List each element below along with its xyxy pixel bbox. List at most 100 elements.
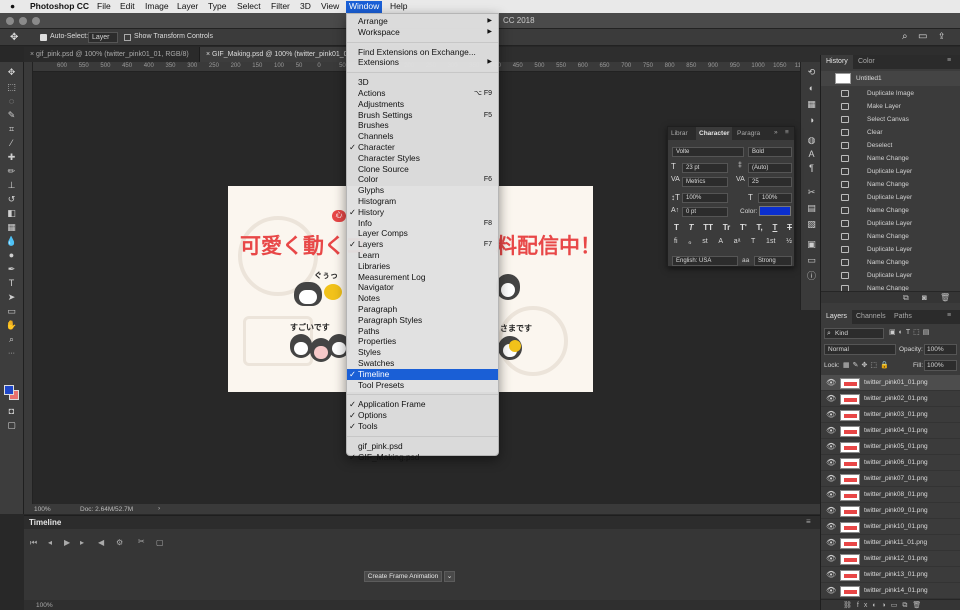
faux-italic-button[interactable]: T: [689, 223, 694, 233]
layer-row[interactable]: 👁 twitter_pink02_01.png: [821, 391, 960, 407]
window-menu-item[interactable]: Find Extensions on Exchange...: [347, 47, 498, 58]
pen-tool-icon[interactable]: ✒: [4, 263, 19, 276]
prev-frame-icon[interactable]: ◂: [48, 538, 52, 547]
color-icon[interactable]: ◐: [804, 82, 819, 95]
auto-select-dropdown[interactable]: Layer: [88, 32, 118, 43]
history-item[interactable]: Name Change: [835, 152, 960, 165]
window-menu-item[interactable]: Brush Settings F5: [347, 110, 498, 121]
workspace-icon[interactable]: ▭: [918, 31, 927, 42]
window-menu-item[interactable]: Properties: [347, 336, 498, 347]
baseline-shift-field[interactable]: 0 pt: [682, 207, 728, 217]
history-brush-tool-icon[interactable]: ↺: [4, 193, 19, 206]
window-menu-item[interactable]: Channels: [347, 131, 498, 142]
adjustments-icon[interactable]: ◑: [804, 114, 819, 127]
window-menu-item[interactable]: Glyphs: [347, 185, 498, 196]
layer-row[interactable]: 👁 twitter_pink01_01.png: [821, 375, 960, 391]
path-select-tool-icon[interactable]: ➤: [4, 291, 19, 304]
window-menu-item[interactable]: Layer Comps: [347, 228, 498, 239]
window-menu-item[interactable]: Styles: [347, 347, 498, 358]
transform-controls-checkbox[interactable]: [124, 34, 131, 41]
first-ordinal-icon[interactable]: 1st: [766, 238, 775, 248]
layer-row[interactable]: 👁 twitter_pink04_01.png: [821, 423, 960, 439]
zoom-tool-icon[interactable]: ⌕: [4, 333, 19, 346]
eraser-tool-icon[interactable]: ◧: [4, 207, 19, 220]
menu-select[interactable]: Select: [237, 1, 261, 13]
eye-icon[interactable]: 👁: [826, 507, 836, 515]
history-item[interactable]: Deselect: [835, 139, 960, 152]
marquee-tool-icon[interactable]: ⬚: [4, 81, 19, 94]
window-menu-item[interactable]: ✓ Application Frame: [347, 399, 498, 410]
status-arrow-icon[interactable]: ›: [158, 505, 160, 512]
menu-app-name[interactable]: Photoshop CC: [30, 1, 89, 13]
play-icon[interactable]: ▶: [64, 538, 70, 547]
shape-tool-icon[interactable]: ▭: [4, 305, 19, 318]
panel-menu-icon[interactable]: ≡: [785, 129, 789, 136]
screen-mode-icon[interactable]: ▢: [4, 419, 19, 432]
eye-icon[interactable]: 👁: [826, 395, 836, 403]
eye-icon[interactable]: 👁: [826, 523, 836, 531]
window-menu-item[interactable]: Learn: [347, 250, 498, 261]
minimize-window-button[interactable]: [19, 17, 27, 25]
layer-filter-kind[interactable]: ⌕ Kind: [824, 328, 884, 339]
info-icon[interactable]: ⓘ: [804, 270, 819, 283]
leading-field[interactable]: (Auto): [748, 163, 792, 173]
audio-icon[interactable]: ◀: [98, 538, 104, 547]
tracking-field[interactable]: 25: [748, 177, 792, 187]
small-caps-button[interactable]: Tr: [723, 223, 731, 233]
window-menu-item[interactable]: Actions ⌥ F9: [347, 88, 498, 99]
history-item[interactable]: Duplicate Layer: [835, 269, 960, 282]
window-menu-item[interactable]: Brushes: [347, 120, 498, 131]
eye-icon[interactable]: 👁: [826, 411, 836, 419]
menu-view[interactable]: View: [321, 1, 339, 13]
foreground-color-swatch[interactable]: [4, 385, 14, 395]
tab-channels[interactable]: Channels: [851, 310, 891, 324]
layer-row[interactable]: 👁 twitter_pink03_01.png: [821, 407, 960, 423]
layers-icon[interactable]: ▧: [804, 218, 819, 231]
history-snapshot[interactable]: Untitled1: [821, 71, 960, 86]
history-icon[interactable]: ⟲: [804, 66, 819, 79]
ligature-icon[interactable]: fi: [674, 238, 678, 248]
eye-icon[interactable]: 👁: [826, 571, 836, 579]
eye-icon[interactable]: 👁: [826, 379, 836, 387]
eyedropper-tool-icon[interactable]: ⁄: [4, 137, 19, 150]
history-item[interactable]: Name Change: [835, 230, 960, 243]
doc-tab-gif-pink[interactable]: × gif_pink.psd @ 100% (twitter_pink01_01…: [24, 47, 200, 62]
apple-menu-icon[interactable]: ●: [10, 1, 15, 13]
window-menu-item[interactable]: Notes: [347, 293, 498, 304]
window-menu-item[interactable]: ✓ History: [347, 207, 498, 218]
layer-row[interactable]: 👁 twitter_pink09_01.png: [821, 503, 960, 519]
tab-libraries[interactable]: Librar: [668, 127, 691, 140]
menu-file[interactable]: File: [97, 1, 111, 13]
history-item[interactable]: Duplicate Layer: [835, 165, 960, 178]
gradient-tool-icon[interactable]: ▦: [4, 221, 19, 234]
window-menu-item[interactable]: ✓ Tools: [347, 421, 498, 432]
window-menu-item[interactable]: ✓ Options: [347, 410, 498, 421]
window-menu-item[interactable]: Arrange ▶: [347, 16, 498, 27]
layer-filter-icons[interactable]: ▣◐T⬚▤: [889, 328, 932, 336]
quick-mask-icon[interactable]: ◘: [4, 405, 19, 418]
eye-icon[interactable]: 👁: [826, 539, 836, 547]
share-icon[interactable]: ⇪: [938, 31, 946, 42]
history-item[interactable]: Name Change: [835, 256, 960, 269]
snapshot-camera-icon[interactable]: ◙: [922, 293, 927, 302]
window-menu-item[interactable]: Clone Source: [347, 164, 498, 175]
menu-layer[interactable]: Layer: [177, 1, 198, 13]
window-menu-item[interactable]: Workspace ▶: [347, 27, 498, 38]
brush-tool-icon[interactable]: ✏: [4, 165, 19, 178]
oldstyle-icon[interactable]: A: [718, 238, 723, 248]
subscript-button[interactable]: T,: [757, 223, 763, 233]
language-select[interactable]: English: USA: [672, 256, 738, 266]
anti-alias-select[interactable]: Strong: [754, 256, 792, 266]
panel-menu-icon[interactable]: ≡: [806, 517, 811, 526]
tab-layers[interactable]: Layers: [821, 310, 853, 324]
font-size-field[interactable]: 23 pt: [682, 163, 728, 173]
paragraph-icon[interactable]: ¶: [804, 162, 819, 175]
paths-icon[interactable]: ▭: [804, 254, 819, 267]
strikethrough-button[interactable]: T: [787, 223, 792, 233]
window-menu-item[interactable]: Navigator: [347, 282, 498, 293]
libraries-icon[interactable]: ◍: [804, 134, 819, 147]
history-item[interactable]: Clear: [835, 126, 960, 139]
trash-icon[interactable]: 🗑: [940, 293, 950, 302]
window-menu-item[interactable]: Tool Presets: [347, 380, 498, 391]
layer-row[interactable]: 👁 twitter_pink11_01.png: [821, 535, 960, 551]
